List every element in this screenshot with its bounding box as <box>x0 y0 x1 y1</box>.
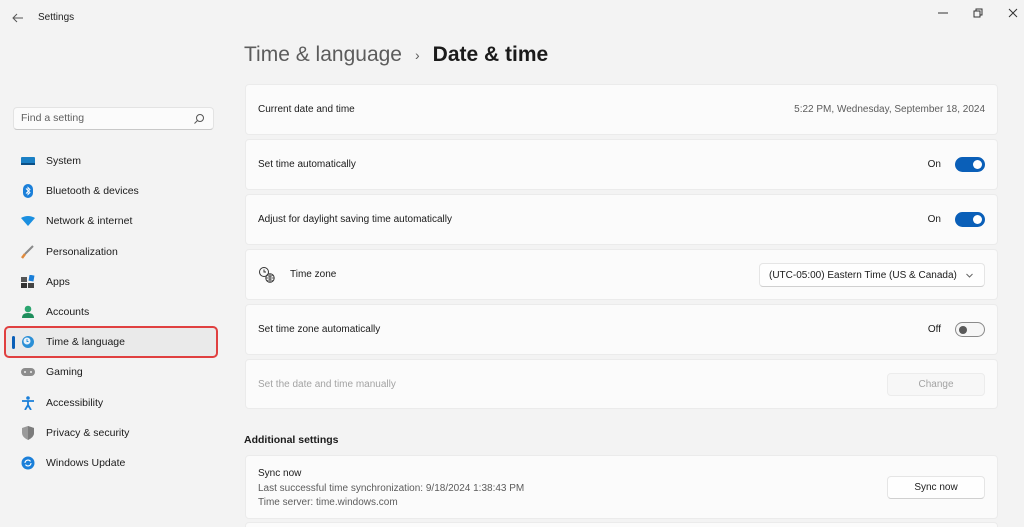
breadcrumb: Time & language › Date & time <box>244 43 548 67</box>
breadcrumb-parent[interactable]: Time & language <box>244 43 402 67</box>
toggle-knob <box>973 160 982 169</box>
page-title: Date & time <box>432 43 549 66</box>
active-indicator <box>12 336 15 350</box>
app-title: Settings <box>38 12 75 23</box>
update-icon <box>21 456 35 470</box>
sidebar-nav: System Bluetooth & devices Network & int… <box>4 146 218 478</box>
chevron-right-icon: › <box>414 47 420 63</box>
sidebar-item-accounts[interactable]: Accounts <box>5 297 217 327</box>
search-box[interactable] <box>13 107 214 130</box>
time-zone-dropdown[interactable]: (UTC-05:00) Eastern Time (US & Canada) <box>759 263 985 287</box>
back-button[interactable] <box>9 9 27 27</box>
set-tz-auto-toggle[interactable] <box>955 322 985 337</box>
apps-icon <box>21 275 35 289</box>
current-datetime-label: Current date and time <box>258 104 355 115</box>
sync-now-label: Sync now <box>258 468 302 479</box>
sidebar-item-accessibility[interactable]: Accessibility <box>5 388 217 418</box>
last-sync-text: Last successful time synchronization: 9/… <box>258 483 525 494</box>
sync-now-card: Sync now Last successful time synchroniz… <box>245 455 998 519</box>
toggle-knob <box>973 215 982 224</box>
chevron-down-icon <box>966 273 973 278</box>
account-icon <box>21 305 35 319</box>
search-input[interactable] <box>21 112 191 124</box>
sidebar-item-network[interactable]: Network & internet <box>5 206 217 236</box>
daylight-saving-toggle-group: On <box>928 212 985 227</box>
additional-settings-heading: Additional settings <box>244 434 339 446</box>
set-time-auto-toggle[interactable] <box>955 157 985 172</box>
wifi-icon <box>21 214 35 228</box>
set-tz-auto-card: Set time zone automatically Off <box>245 304 998 355</box>
sidebar-item-label: Accounts <box>46 306 90 319</box>
time-zone-card: Time zone (UTC-05:00) Eastern Time (US &… <box>245 249 998 300</box>
sidebar-item-apps[interactable]: Apps <box>5 267 217 297</box>
sidebar-item-personalization[interactable]: Personalization <box>5 237 217 267</box>
restore-button[interactable] <box>963 4 993 22</box>
manual-datetime-card: Set the date and time manually Change <box>245 359 998 409</box>
sidebar-item-privacy[interactable]: Privacy & security <box>5 418 217 448</box>
restore-icon <box>973 8 983 18</box>
set-time-auto-toggle-group: On <box>928 157 985 172</box>
sidebar-item-windows-update[interactable]: Windows Update <box>5 448 217 478</box>
sync-now-button[interactable]: Sync now <box>887 476 985 499</box>
close-icon <box>1008 8 1018 18</box>
change-button[interactable]: Change <box>887 373 985 396</box>
time-language-icon <box>21 335 35 349</box>
sidebar-item-label: Network & internet <box>46 215 133 228</box>
sidebar-item-label: Time & language <box>46 336 125 349</box>
time-server-text: Time server: time.windows.com <box>258 497 398 508</box>
daylight-saving-toggle[interactable] <box>955 212 985 227</box>
accessibility-icon <box>21 395 35 410</box>
sidebar-item-label: Gaming <box>46 366 83 379</box>
minimize-button[interactable] <box>928 4 958 22</box>
sidebar-item-label: Windows Update <box>46 456 126 469</box>
toggle-state-text: Off <box>927 324 941 335</box>
sidebar-item-label: System <box>46 155 82 168</box>
current-datetime-value: 5:22 PM, Wednesday, September 18, 2024 <box>794 104 985 115</box>
daylight-saving-label: Adjust for daylight saving time automati… <box>258 214 452 225</box>
back-arrow-icon <box>12 13 23 23</box>
sidebar-item-label: Apps <box>46 275 70 288</box>
toggle-knob <box>959 325 967 334</box>
sidebar-item-time-language[interactable]: Time & language <box>4 326 218 359</box>
daylight-saving-card: Adjust for daylight saving time automati… <box>245 194 998 245</box>
set-time-auto-card: Set time automatically On <box>245 139 998 190</box>
minimize-icon <box>938 12 948 14</box>
set-tz-auto-toggle-group: Off <box>928 322 985 337</box>
next-card <box>245 522 998 527</box>
time-zone-label: Time zone <box>290 269 337 280</box>
sidebar-item-label: Accessibility <box>46 396 104 409</box>
clock-globe-icon <box>259 267 275 283</box>
sidebar-item-label: Bluetooth & devices <box>46 185 139 198</box>
toggle-state-text: On <box>927 214 941 225</box>
close-button[interactable] <box>998 4 1024 22</box>
manual-datetime-label: Set the date and time manually <box>258 379 396 390</box>
sidebar-item-bluetooth[interactable]: Bluetooth & devices <box>5 176 217 206</box>
bluetooth-icon <box>21 184 35 199</box>
sidebar-item-system[interactable]: System <box>5 146 217 176</box>
sidebar-item-label: Personalization <box>46 245 118 258</box>
toggle-state-text: On <box>927 159 941 170</box>
sidebar-item-gaming[interactable]: Gaming <box>5 357 217 387</box>
shield-icon <box>21 425 35 440</box>
title-bar: Settings <box>0 0 1024 36</box>
set-tz-auto-label: Set time zone automatically <box>258 324 381 335</box>
gamepad-icon <box>21 365 35 379</box>
brush-icon <box>21 244 35 259</box>
set-time-auto-label: Set time automatically <box>258 159 356 170</box>
sidebar-item-label: Privacy & security <box>46 426 130 439</box>
system-icon <box>21 154 35 168</box>
time-zone-selected: (UTC-05:00) Eastern Time (US & Canada) <box>769 269 957 281</box>
search-icon[interactable] <box>193 113 205 125</box>
current-datetime-card: Current date and time 5:22 PM, Wednesday… <box>245 84 998 135</box>
